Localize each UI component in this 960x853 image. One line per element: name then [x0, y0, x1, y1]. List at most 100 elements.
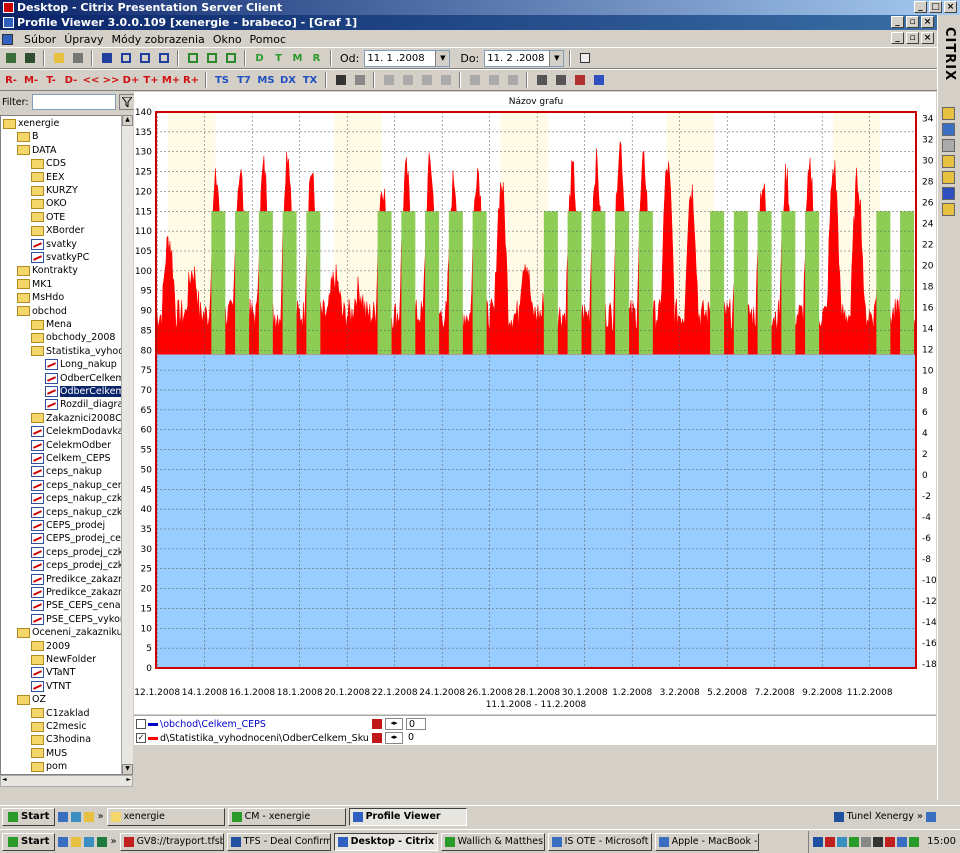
tree-item[interactable]: Predikce_zakaznikuH — [31, 586, 132, 599]
chevron-down-icon[interactable]: ▼ — [549, 50, 564, 66]
tree-item[interactable]: ceps_nakup — [31, 465, 102, 478]
grid-icon[interactable] — [2, 50, 19, 67]
year-button[interactable]: R — [308, 50, 325, 67]
excel-icon[interactable] — [97, 836, 108, 847]
tree-item[interactable]: PSE_CEPS_cena — [31, 599, 121, 612]
paste-series-icon[interactable] — [485, 72, 502, 89]
copy-series-icon[interactable] — [466, 72, 483, 89]
tree-item[interactable]: Oceneni_zakazniku — [17, 626, 123, 639]
series-style-icon[interactable] — [372, 733, 382, 743]
tree-hscrollbar[interactable]: ◄ ► — [0, 775, 133, 787]
citrix-tool-icon-5[interactable] — [942, 187, 955, 201]
tree-item[interactable]: Kontrakty — [17, 264, 78, 277]
refresh-icon[interactable] — [184, 50, 201, 67]
undo-icon[interactable] — [351, 72, 368, 89]
refresh-all-icon[interactable] — [203, 50, 220, 67]
chevron-down-icon[interactable]: ▼ — [435, 50, 450, 66]
doc-restore-button[interactable]: ▫ — [906, 32, 919, 44]
task-cm[interactable]: CM - xenergie — [227, 807, 346, 826]
tree-item[interactable]: OdberCelkem_Pr — [45, 372, 132, 385]
doc-minimize-button[interactable]: _ — [891, 32, 904, 44]
paste-special-icon[interactable] — [504, 72, 521, 89]
tray-icon[interactable] — [909, 836, 920, 847]
month-button[interactable]: M — [289, 50, 306, 67]
scroll-down-arrow[interactable]: ▼ — [122, 764, 133, 775]
app-close-button[interactable]: × — [921, 16, 934, 28]
tree-item[interactable]: OdberCelkem_Sk — [45, 385, 132, 398]
series-checkbox-checked[interactable]: ✓ — [136, 733, 146, 743]
series-checkbox[interactable] — [136, 719, 146, 729]
browser-icon[interactable] — [84, 836, 95, 847]
week-button[interactable]: T — [270, 50, 287, 67]
nav-button-5[interactable]: >> — [102, 72, 120, 89]
menu-file[interactable]: Súbor — [24, 33, 56, 46]
tree-item[interactable]: CDS — [31, 157, 66, 170]
tree-item[interactable]: Rozdil_diagram — [45, 398, 132, 411]
tree-item[interactable]: MK1 — [17, 278, 52, 291]
network-icon[interactable] — [926, 811, 936, 822]
taskbar-item-0[interactable]: GV8://trayport.tfsb... — [119, 832, 224, 851]
tree-item[interactable]: obchod — [17, 305, 67, 318]
tree-item[interactable]: CEPS_prodej_cena — [31, 532, 132, 545]
citrix-tool-icon-4[interactable] — [942, 171, 955, 185]
clock[interactable]: 15:00 — [927, 836, 956, 847]
citrix-tool-icon-1[interactable] — [942, 123, 955, 137]
task-xenergie[interactable]: xenergie — [106, 807, 225, 826]
series-spin-button[interactable]: ◂▸ — [385, 718, 403, 730]
tree-item[interactable]: CelekmDodavka — [31, 425, 123, 438]
area-chart-icon[interactable] — [590, 72, 607, 89]
taskbar-item-1[interactable]: TFS - Deal Confirma... — [226, 832, 331, 851]
tile-horizontal-icon[interactable] — [136, 50, 153, 67]
ie-icon[interactable] — [58, 811, 69, 822]
menu-help[interactable]: Pomoc — [250, 33, 286, 46]
paste-icon[interactable] — [418, 72, 435, 89]
time-step-button-4[interactable]: TX — [300, 72, 320, 89]
cut-icon[interactable] — [380, 72, 397, 89]
scroll-right-arrow[interactable]: ► — [126, 776, 131, 783]
series-offset-field[interactable]: 0 — [406, 732, 426, 744]
tree-item[interactable]: Statistika_vyhodnoce — [31, 345, 132, 358]
tree-item[interactable]: MUS — [31, 747, 67, 760]
tree-item[interactable]: Predikce_zakazniku — [31, 573, 132, 586]
tree-item[interactable]: C3hodina — [31, 733, 91, 746]
tree-item[interactable]: 2009 — [31, 640, 70, 653]
tree-item[interactable]: MsHdo — [17, 291, 64, 304]
copy-window-icon[interactable] — [576, 50, 593, 67]
refresh-auto-icon[interactable] — [222, 50, 239, 67]
tray-icon[interactable] — [873, 836, 884, 847]
maximize-button[interactable]: □ — [929, 1, 942, 13]
tree-item[interactable]: Mena — [31, 318, 72, 331]
nav-button-2[interactable]: T- — [42, 72, 60, 89]
citrix-tool-icon-3[interactable] — [942, 155, 955, 169]
legend-row-odber[interactable]: ✓ d\Statistika_vyhodnoceni\OdberCelkem_S… — [136, 731, 426, 745]
tray-icon[interactable] — [813, 836, 824, 847]
nav-button-8[interactable]: M+ — [162, 72, 180, 89]
tunnel-label[interactable]: Tunel Xenergy — [847, 811, 914, 822]
tray-icon[interactable] — [897, 836, 908, 847]
time-step-button-1[interactable]: T7 — [234, 72, 254, 89]
minimize-button[interactable]: _ — [914, 1, 927, 13]
tree-item[interactable]: ceps_nakup_czk — [31, 492, 122, 505]
citrix-tool-icon-0[interactable] — [942, 107, 955, 121]
nav-button-9[interactable]: R+ — [182, 72, 200, 89]
copy-icon[interactable] — [399, 72, 416, 89]
save-icon[interactable] — [332, 72, 349, 89]
tree-scrollbar[interactable]: ▲ ▼ — [121, 115, 133, 775]
close-button[interactable]: × — [944, 1, 957, 13]
funnel-icon[interactable] — [118, 94, 135, 110]
tree-item[interactable]: CelekmOdber — [31, 439, 111, 452]
series-style-icon[interactable] — [372, 719, 382, 729]
task-profile-viewer[interactable]: Profile Viewer — [348, 807, 467, 826]
citrix-tool-icon-2[interactable] — [942, 139, 955, 153]
series-offset-field[interactable]: 0 — [406, 718, 426, 730]
tree-item[interactable]: EEX — [31, 171, 65, 184]
tree-item[interactable]: obchody_2008 — [31, 331, 115, 344]
menu-edit[interactable]: Úpravy — [64, 33, 103, 46]
tree-item[interactable]: CEPS_prodej — [31, 519, 105, 532]
tree-item[interactable]: ceps_prodej_czk — [31, 546, 123, 559]
day-button[interactable]: D — [251, 50, 268, 67]
tray-icon[interactable] — [849, 836, 860, 847]
nav-button-7[interactable]: T+ — [142, 72, 160, 89]
line-chart-icon[interactable] — [571, 72, 588, 89]
tray-icon[interactable] — [885, 836, 896, 847]
